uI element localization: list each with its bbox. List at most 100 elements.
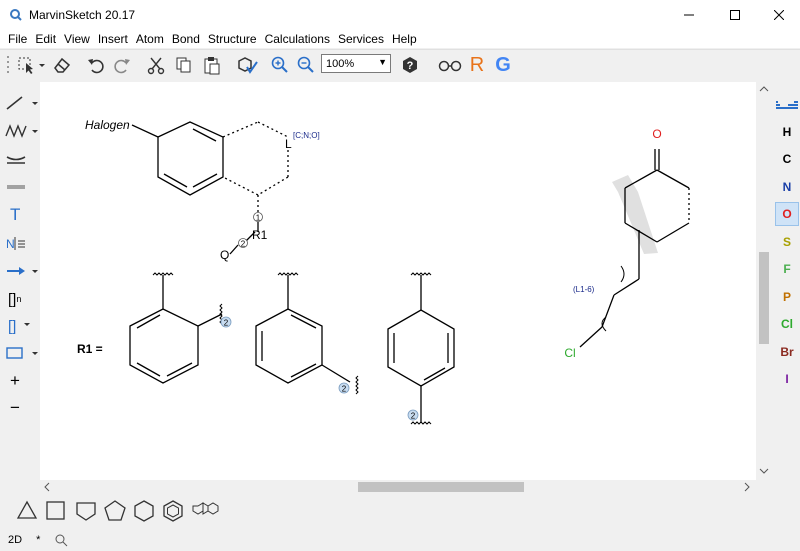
element-p-button[interactable]: P xyxy=(775,285,799,309)
element-i-button[interactable]: I xyxy=(775,367,799,391)
zoom-in-button[interactable] xyxy=(268,54,292,76)
menu-insert[interactable]: Insert xyxy=(94,30,132,48)
cut-icon xyxy=(147,57,165,75)
arrow-icon xyxy=(7,267,38,275)
cyclopentene-template-icon[interactable] xyxy=(73,498,99,524)
bracket-n-tool[interactable]: [] n xyxy=(4,288,38,310)
left-toolbar: T N [] n [] + − xyxy=(0,82,40,482)
bracket-n-label: [] xyxy=(8,290,17,308)
paste-button[interactable] xyxy=(200,54,224,76)
r1-definition-label: R1 = xyxy=(77,342,103,356)
vertical-scrollbar[interactable] xyxy=(757,82,771,480)
minimize-icon xyxy=(684,14,694,16)
zoom-out-icon xyxy=(297,56,314,73)
r-icon[interactable]: R xyxy=(466,54,488,76)
menu-view[interactable]: View xyxy=(60,30,94,48)
benzene-template-icon[interactable] xyxy=(160,498,186,524)
element-h-button[interactable]: H xyxy=(775,120,799,144)
glasses-icon xyxy=(438,60,462,72)
redo-icon xyxy=(114,59,130,74)
menu-help[interactable]: Help xyxy=(388,30,421,48)
zoom-select[interactable]: 100% ▼ xyxy=(321,54,391,73)
eraser-button[interactable] xyxy=(50,54,74,76)
menu-calculations[interactable]: Calculations xyxy=(261,30,334,48)
svg-text:?: ? xyxy=(407,60,414,72)
menu-services[interactable]: Services xyxy=(334,30,388,48)
scroll-down-icon[interactable] xyxy=(757,466,771,476)
single-bond-icon xyxy=(6,96,38,110)
element-n-button[interactable]: N xyxy=(775,175,799,199)
cyclopropane-template-icon[interactable] xyxy=(14,498,40,524)
status-bar: 2D * xyxy=(0,528,800,551)
double-bond-tool[interactable] xyxy=(4,148,38,170)
app-logo-icon xyxy=(10,9,22,21)
vertical-scroll-thumb[interactable] xyxy=(759,252,769,344)
chevron-down-icon xyxy=(24,323,31,326)
undo-button[interactable] xyxy=(84,54,108,76)
menu-bond[interactable]: Bond xyxy=(168,30,204,48)
zoom-out-button[interactable] xyxy=(294,54,318,76)
linker-length-label: (L1-6) xyxy=(573,285,595,294)
scroll-right-icon[interactable] xyxy=(742,480,752,494)
rectangle-tool[interactable] xyxy=(4,342,38,364)
select-icon xyxy=(18,57,45,74)
ruler-tool[interactable] xyxy=(4,176,38,198)
decrease-charge-tool[interactable]: − xyxy=(4,397,38,419)
attachment-point-1-label: 1 xyxy=(256,214,261,223)
element-br-button[interactable]: Br xyxy=(775,340,799,364)
g-icon[interactable]: G xyxy=(492,54,514,76)
l-atom-label: L xyxy=(285,137,292,151)
cyclobutane-template-icon[interactable] xyxy=(43,498,69,524)
single-bond-tool[interactable] xyxy=(4,92,38,114)
scroll-left-icon[interactable] xyxy=(42,480,52,494)
atom-label-tool[interactable]: N xyxy=(4,232,38,254)
copy-button[interactable] xyxy=(172,54,196,76)
glasses-button[interactable] xyxy=(436,54,464,76)
scroll-up-icon[interactable] xyxy=(757,84,771,94)
r1-group-label: R1 xyxy=(252,228,268,242)
r1-ortho-attach-2-label: 2 xyxy=(224,319,229,328)
maximize-button[interactable] xyxy=(712,0,758,30)
element-o-button[interactable]: O xyxy=(775,202,799,226)
rectangle-icon xyxy=(6,347,38,359)
ruler-icon xyxy=(7,185,25,189)
cut-button[interactable] xyxy=(144,54,168,76)
clean-structure-button[interactable] xyxy=(234,54,260,76)
drawing-canvas[interactable]: Halogen L [C;N;O] 1 R1 2 Q R1 = 2 2 2 O … xyxy=(40,82,756,480)
chevron-down-icon: ▼ xyxy=(378,57,387,67)
redo-button[interactable] xyxy=(110,54,134,76)
chain-tool[interactable] xyxy=(4,120,38,142)
cyclopentane-template-icon[interactable] xyxy=(102,498,128,524)
r1-ortho-phenyl xyxy=(129,272,223,384)
chain-icon xyxy=(5,124,38,138)
menu-atom[interactable]: Atom xyxy=(132,30,168,48)
cyclohexane-template-icon[interactable] xyxy=(131,498,157,524)
modified-indicator: * xyxy=(36,533,41,546)
element-f-button[interactable]: F xyxy=(775,257,799,281)
reaction-arrow-tool[interactable] xyxy=(4,260,38,282)
toolbar-grip-icon xyxy=(7,56,9,73)
close-button[interactable] xyxy=(756,0,800,30)
chlorine-atom-label: Cl xyxy=(564,346,575,360)
help-button[interactable]: ? xyxy=(398,54,422,76)
halogen-label: Halogen xyxy=(85,118,130,132)
r1-para-attach-2-label: 2 xyxy=(411,412,416,421)
increase-charge-tool[interactable]: + xyxy=(4,370,38,392)
r1-para-phenyl xyxy=(387,272,455,425)
element-cl-button[interactable]: Cl xyxy=(775,312,799,336)
menu-structure[interactable]: Structure xyxy=(204,30,261,48)
minimize-button[interactable] xyxy=(666,0,712,30)
horizontal-scroll-thumb[interactable] xyxy=(358,482,524,492)
element-c-button[interactable]: C xyxy=(775,147,799,171)
select-tool-button[interactable] xyxy=(14,54,48,76)
horizontal-scrollbar[interactable] xyxy=(40,480,756,494)
element-s-button[interactable]: S xyxy=(775,230,799,254)
text-tool[interactable]: T xyxy=(4,204,38,226)
magic-icon[interactable] xyxy=(54,533,68,547)
bracket-tool[interactable]: [] xyxy=(4,315,38,337)
menu-file[interactable]: File xyxy=(4,30,31,48)
window-title: MarvinSketch 20.17 xyxy=(29,8,136,22)
menu-edit[interactable]: Edit xyxy=(31,30,60,48)
naphthalene-template-icon[interactable] xyxy=(190,498,220,524)
periodic-table-icon[interactable] xyxy=(775,98,799,112)
